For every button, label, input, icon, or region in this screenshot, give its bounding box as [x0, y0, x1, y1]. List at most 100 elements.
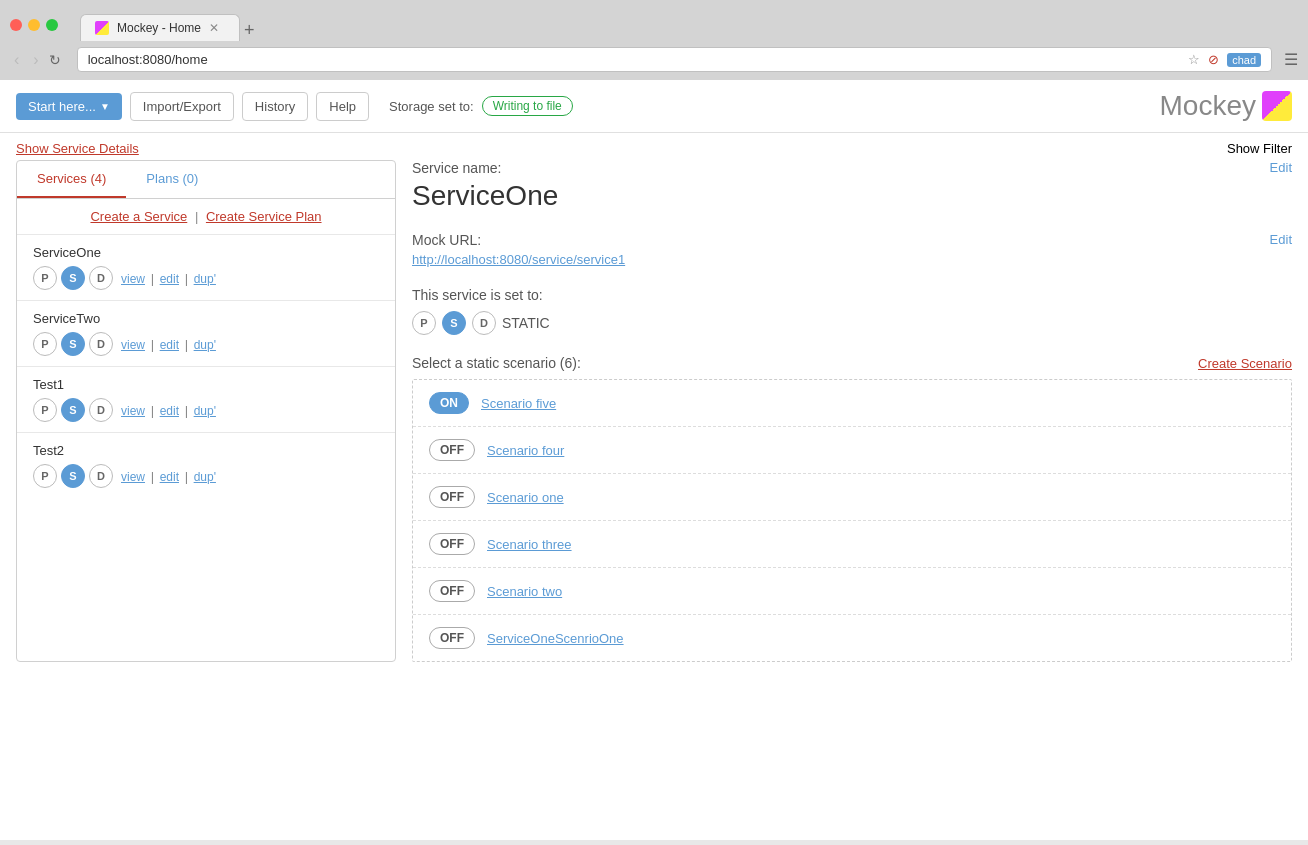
tab-favicon [95, 21, 109, 35]
right-panel: Service name: Edit ServiceOne Mock URL: … [412, 160, 1292, 662]
import-export-button[interactable]: Import/Export [130, 92, 234, 121]
pipe: | [151, 403, 158, 418]
view-link[interactable]: view [121, 338, 145, 352]
scenario-row: OFF ServiceOneScenrioOne [413, 615, 1291, 661]
scenario-name[interactable]: Scenario three [487, 537, 572, 552]
mode-badge-d[interactable]: D [472, 311, 496, 335]
edit-link[interactable]: edit [160, 404, 179, 418]
scenario-toggle-off[interactable]: OFF [429, 533, 475, 555]
badge-s[interactable]: S [61, 266, 85, 290]
scenario-row: OFF Scenario two [413, 568, 1291, 615]
back-button[interactable]: ‹ [10, 49, 23, 71]
dup-link[interactable]: dup' [194, 404, 216, 418]
scenario-toggle-on[interactable]: ON [429, 392, 469, 414]
scenario-row: OFF Scenario four [413, 427, 1291, 474]
address-bar[interactable]: localhost:8080/home ☆ ⊘ chad [77, 47, 1272, 72]
badge-d[interactable]: D [89, 464, 113, 488]
tab-plans[interactable]: Plans (0) [126, 161, 218, 198]
storage-label: Storage set to: [389, 99, 474, 114]
pipe: | [185, 337, 192, 352]
create-service-link[interactable]: Create a Service [90, 209, 187, 224]
show-service-details-link[interactable]: Show Service Details [16, 141, 139, 156]
bookmark-icon[interactable]: ☆ [1188, 52, 1200, 67]
badge-p[interactable]: P [33, 332, 57, 356]
new-tab-button[interactable]: + [244, 20, 255, 41]
badge-s[interactable]: S [61, 398, 85, 422]
mode-badge-p[interactable]: P [412, 311, 436, 335]
address-bar-row: ‹ › ↻ localhost:8080/home ☆ ⊘ chad ☰ [0, 41, 1308, 80]
mock-url-link[interactable]: http://localhost:8080/service/service1 [412, 252, 625, 267]
service-links: view | edit | dup' [121, 403, 216, 418]
user-icon[interactable]: chad [1227, 53, 1261, 67]
mode-label: STATIC [502, 315, 550, 331]
help-button[interactable]: Help [316, 92, 369, 121]
tabs-header: Services (4) Plans (0) [17, 161, 395, 199]
scenario-toggle-off[interactable]: OFF [429, 627, 475, 649]
browser-menu-icon[interactable]: ☰ [1284, 50, 1298, 69]
close-button[interactable] [10, 19, 22, 31]
forward-button[interactable]: › [29, 49, 42, 71]
badge-d[interactable]: D [89, 266, 113, 290]
browser-chrome: Mockey - Home ✕ + ‹ › ↻ localhost:8080/h… [0, 0, 1308, 80]
edit-url-link[interactable]: Edit [1270, 232, 1292, 252]
show-filter-link[interactable]: Show Filter [1227, 141, 1292, 156]
edit-service-link[interactable]: Edit [1270, 160, 1292, 175]
view-link[interactable]: view [121, 404, 145, 418]
main-layout: Services (4) Plans (0) Create a Service … [0, 160, 1308, 678]
pipe: | [151, 271, 158, 286]
dup-link[interactable]: dup' [194, 272, 216, 286]
scenario-name[interactable]: Scenario five [481, 396, 556, 411]
badge-s[interactable]: S [61, 464, 85, 488]
import-export-label: Import/Export [143, 99, 221, 114]
scenario-toggle-off[interactable]: OFF [429, 439, 475, 461]
mode-badge-s[interactable]: S [442, 311, 466, 335]
scenario-name[interactable]: Scenario two [487, 584, 562, 599]
create-scenario-link[interactable]: Create Scenario [1198, 356, 1292, 371]
service-links: view | edit | dup' [121, 469, 216, 484]
scenario-list: ON Scenario five OFF Scenario four OFF S… [412, 379, 1292, 662]
scenario-name[interactable]: Scenario four [487, 443, 564, 458]
service-item: ServiceOne P S D view | edit | dup' [17, 235, 395, 301]
badge-p[interactable]: P [33, 464, 57, 488]
history-button[interactable]: History [242, 92, 308, 121]
badge-d[interactable]: D [89, 398, 113, 422]
service-set-to: This service is set to: P S D STATIC [412, 287, 1292, 335]
service-controls: P S D view | edit | dup' [33, 266, 379, 290]
create-plan-link[interactable]: Create Service Plan [206, 209, 322, 224]
start-here-button[interactable]: Start here... ▼ [16, 93, 122, 120]
browser-tab[interactable]: Mockey - Home ✕ [80, 14, 240, 41]
badge-p[interactable]: P [33, 398, 57, 422]
scenario-toggle-off[interactable]: OFF [429, 486, 475, 508]
service-controls: P S D view | edit | dup' [33, 332, 379, 356]
minimize-button[interactable] [28, 19, 40, 31]
reload-button[interactable]: ↻ [49, 52, 61, 68]
edit-link[interactable]: edit [160, 338, 179, 352]
url-text: localhost:8080/home [88, 52, 1188, 67]
mock-url-label: Mock URL: [412, 232, 481, 248]
browser-nav: ‹ › ↻ [10, 49, 61, 71]
scenario-name[interactable]: Scenario one [487, 490, 564, 505]
service-controls: P S D view | edit | dup' [33, 398, 379, 422]
view-link[interactable]: view [121, 272, 145, 286]
tab-bar: Mockey - Home ✕ + [70, 14, 265, 41]
scenario-toggle-off[interactable]: OFF [429, 580, 475, 602]
service-name: Test2 [33, 443, 379, 458]
edit-link[interactable]: edit [160, 470, 179, 484]
dup-link[interactable]: dup' [194, 470, 216, 484]
tab-services[interactable]: Services (4) [17, 161, 126, 198]
scenario-row: ON Scenario five [413, 380, 1291, 427]
badge-d[interactable]: D [89, 332, 113, 356]
badge-s[interactable]: S [61, 332, 85, 356]
maximize-button[interactable] [46, 19, 58, 31]
writing-badge: Writing to file [482, 96, 573, 116]
service-links: view | edit | dup' [121, 337, 216, 352]
badge-p[interactable]: P [33, 266, 57, 290]
scenario-name[interactable]: ServiceOneScenrioOne [487, 631, 624, 646]
edit-link[interactable]: edit [160, 272, 179, 286]
tab-close-button[interactable]: ✕ [209, 21, 219, 35]
dup-link[interactable]: dup' [194, 338, 216, 352]
view-link[interactable]: view [121, 470, 145, 484]
separator: | [195, 209, 202, 224]
service-actions: Create a Service | Create Service Plan [17, 199, 395, 235]
tab-plans-label: Plans (0) [146, 171, 198, 186]
